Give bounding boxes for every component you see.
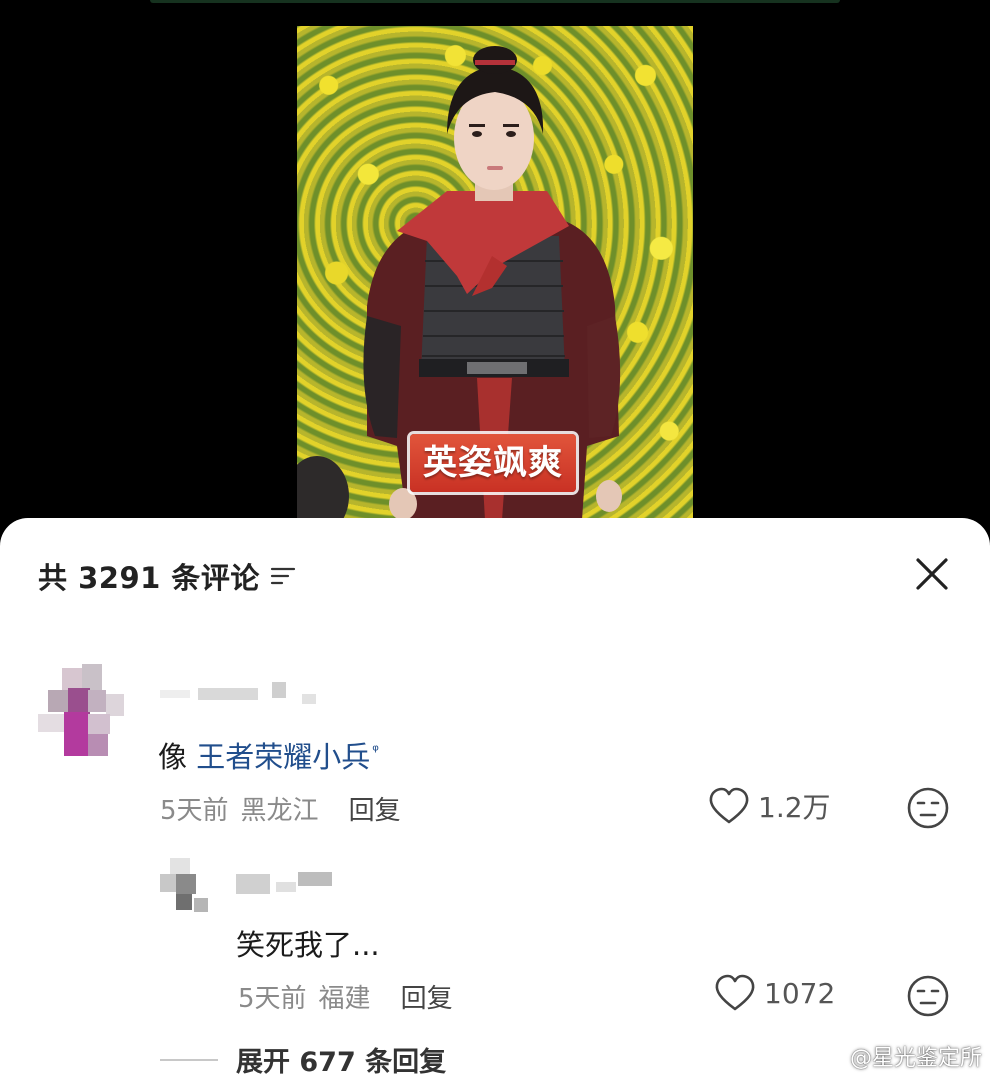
comment-prefix: 像 [158,740,197,774]
close-icon [916,558,948,590]
comment-meta: 5天前 黑龙江 回复 [160,790,401,827]
dislike-button[interactable] [906,786,950,834]
comments-header: 共 3291 条评论 [38,558,296,595]
like-count: 1.2万 [758,791,831,824]
comment-time: 5天前 [160,796,229,826]
reply-time: 5天前 [238,984,307,1014]
expressionless-face-icon [907,787,949,829]
comment-count-label: 共 3291 条评论 [38,561,260,595]
avatar[interactable] [38,664,128,759]
expand-divider [160,1059,218,1061]
video-caption-text: 英姿飒爽 [423,443,563,483]
reply-location: 福建 [318,984,371,1014]
reply-text: 笑死我了... [236,928,380,962]
search-icon: ᵠ [372,741,379,761]
heart-outline-icon [709,787,749,824]
top-bar-edge [150,0,840,3]
reply-like-button[interactable]: 1072 [714,974,835,1012]
weibo-icon [819,1047,844,1067]
reply-username-blurred[interactable] [236,870,336,898]
watermark-text: @星光鉴定所 [849,1046,982,1071]
expressionless-face-icon [907,975,949,1017]
filter-lines-icon[interactable] [270,565,296,587]
comment-text: 像 王者荣耀小兵 ᵠ [158,734,379,776]
reply-dislike-button[interactable] [906,974,950,1022]
username-blurred[interactable] [160,680,330,710]
like-button[interactable]: 1.2万 [708,786,831,826]
close-button[interactable] [912,554,952,594]
expand-replies-button[interactable]: 展开 677 条回复 [236,1040,446,1079]
reply-avatar[interactable] [160,858,210,916]
video-caption-badge: 英姿飒爽 [410,434,576,492]
mention-link[interactable]: 王者荣耀小兵 [196,740,370,774]
reply-meta: 5天前 福建 回复 [238,978,453,1015]
comment-location: 黑龙江 [240,796,319,826]
heart-outline-icon [715,974,755,1011]
watermark: @星光鉴定所 [819,1040,982,1072]
reply-reply-button[interactable]: 回复 [401,978,453,1015]
reply-like-count: 1072 [764,976,836,1010]
reply-button[interactable]: 回复 [349,790,401,827]
comments-panel: 共 3291 条评论 像 王者荣耀小兵 ᵠ 5天前 黑龙江 回复 1.2万 笑死… [0,518,990,1080]
